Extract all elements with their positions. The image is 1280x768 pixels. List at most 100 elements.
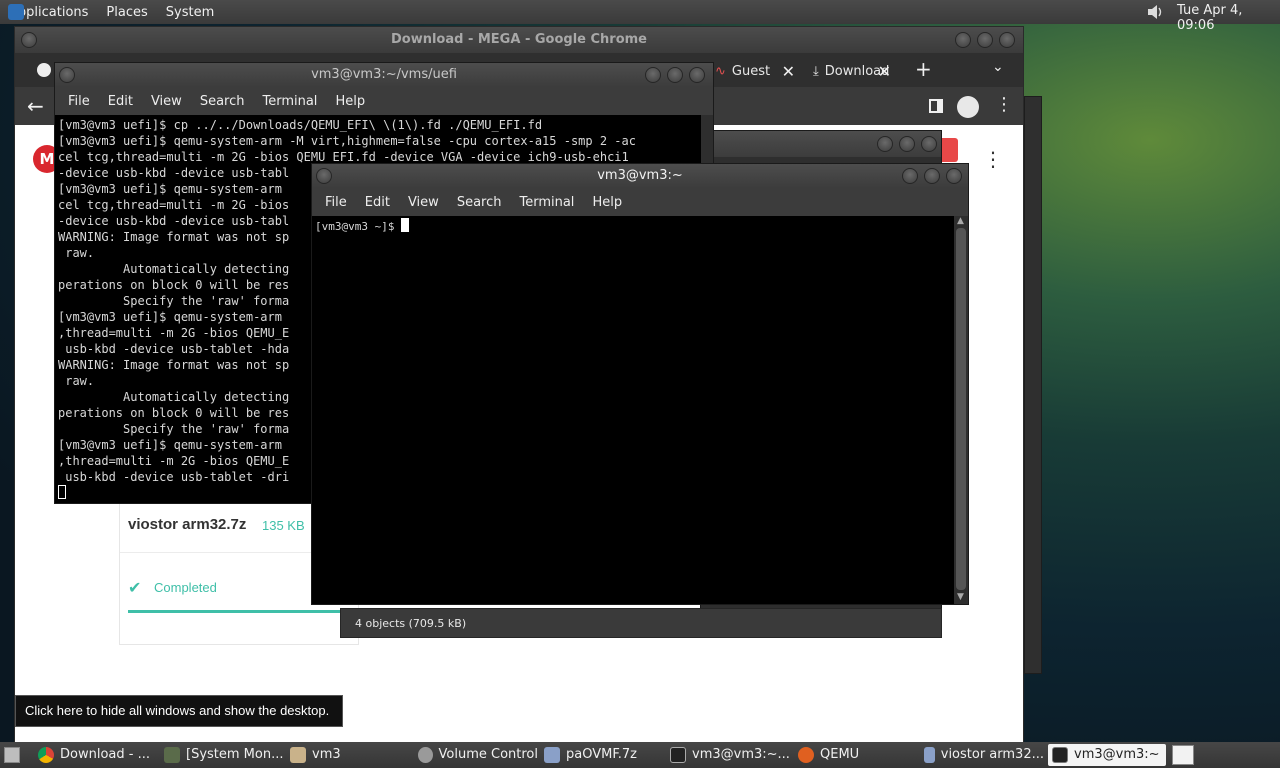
- terminal-title: vm3@vm3:~/vms/uefi: [311, 67, 457, 82]
- terminal-titlebar[interactable]: vm3@vm3:~: [312, 164, 968, 188]
- window-menu-button[interactable]: [59, 67, 75, 83]
- taskbar-item-system-monitor[interactable]: [System Mon...: [164, 744, 284, 766]
- minimize-button[interactable]: [877, 136, 893, 152]
- terminal-menubar: File Edit View Search Terminal Help: [55, 87, 713, 115]
- volume-icon[interactable]: [1146, 3, 1164, 21]
- scroll-up-arrow-icon[interactable]: ▲: [957, 216, 964, 226]
- show-desktop-icon[interactable]: [4, 747, 20, 763]
- tab-download[interactable]: ⤓ Download ✕: [813, 59, 893, 87]
- terminal-scrollbar[interactable]: ▲ ▼: [954, 216, 968, 604]
- menu-search[interactable]: Search: [191, 94, 254, 109]
- terminal-window-home: vm3@vm3:~ File Edit View Search Terminal…: [311, 163, 969, 605]
- menu-file[interactable]: File: [316, 195, 356, 210]
- taskbar-item-label: paOVMF.7z: [566, 747, 637, 762]
- close-button[interactable]: [921, 136, 937, 152]
- tab-guest-icon: ∿: [715, 64, 726, 79]
- taskbar-item-viostor[interactable]: viostor arm32...: [924, 744, 1044, 766]
- back-arrow-icon[interactable]: ←: [27, 94, 44, 118]
- taskbar-item-paovmf[interactable]: paOVMF.7z: [544, 744, 664, 766]
- close-tab-icon[interactable]: ✕: [782, 59, 795, 85]
- check-icon: ✔: [128, 578, 142, 597]
- side-window-edge: [1024, 96, 1042, 674]
- taskbar-item-terminal-uefi[interactable]: vm3@vm3:~...: [670, 744, 792, 766]
- taskbar-item-vm3-folder[interactable]: vm3: [290, 744, 400, 766]
- minimize-button[interactable]: [645, 67, 661, 83]
- tab-guest[interactable]: ∿ Guest ✕: [715, 59, 797, 87]
- terminal-line: [vm3@vm3 uefi]$ cp ../../Downloads/QEMU_…: [58, 118, 543, 132]
- qemu-icon: [798, 747, 814, 763]
- tooltip-text: Click here to hide all windows and show …: [25, 703, 330, 718]
- minimize-button[interactable]: [902, 168, 918, 184]
- new-tab-button[interactable]: +: [915, 57, 932, 81]
- taskbar: Download - ... [System Mon... vm3 Volume…: [0, 742, 1280, 768]
- chrome-icon: [38, 747, 54, 763]
- terminal-icon: [1052, 747, 1068, 763]
- page-menu-icon[interactable]: ⋮: [983, 147, 1003, 171]
- close-tab-icon[interactable]: ✕: [878, 59, 891, 85]
- taskbar-item-label: vm3: [312, 747, 341, 762]
- taskbar-item-label: vm3@vm3:~: [1074, 747, 1160, 762]
- taskbar-item-qemu[interactable]: QEMU: [798, 744, 918, 766]
- terminal-prompt: [vm3@vm3 ~]$: [315, 220, 402, 233]
- clock[interactable]: Tue Apr 4, 09:06: [1177, 3, 1280, 33]
- menu-edit[interactable]: Edit: [356, 195, 399, 210]
- terminal-menubar: File Edit View Search Terminal Help: [312, 188, 968, 216]
- menu-system[interactable]: System: [157, 5, 223, 20]
- menu-view[interactable]: View: [142, 94, 191, 109]
- window-title: Download - MEGA - Google Chrome: [390, 32, 648, 47]
- window-menu-button[interactable]: [21, 32, 37, 48]
- file-manager-titlebar[interactable]: [701, 131, 941, 157]
- chrome-titlebar[interactable]: Download - MEGA - Google Chrome: [15, 27, 1023, 53]
- maximize-button[interactable]: [667, 67, 683, 83]
- reading-mode-icon[interactable]: [929, 99, 943, 113]
- scroll-down-arrow-icon[interactable]: ▼: [957, 592, 964, 602]
- status-text: 4 objects (709.5 kB): [355, 617, 467, 630]
- show-desktop-tooltip: Click here to hide all windows and show …: [15, 695, 343, 727]
- menu-terminal[interactable]: Terminal: [253, 94, 326, 109]
- top-panel: Applications Places System Tue Apr 4, 09…: [0, 0, 1280, 33]
- download-progress-bar: [128, 610, 358, 613]
- menu-help[interactable]: Help: [583, 195, 631, 210]
- workspace-switcher-icon[interactable]: [1172, 745, 1194, 765]
- text-cursor: [401, 218, 410, 232]
- tab-label: Guest: [731, 64, 771, 79]
- taskbar-item-label: vm3@vm3:~...: [692, 747, 790, 762]
- taskbar-item-label: QEMU: [820, 747, 860, 762]
- minimize-button[interactable]: [955, 32, 971, 48]
- terminal-titlebar[interactable]: vm3@vm3:~/vms/uefi: [55, 63, 713, 87]
- profile-avatar-icon[interactable]: [957, 96, 979, 118]
- taskbar-item-label: [System Mon...: [186, 747, 284, 762]
- menu-places[interactable]: Places: [97, 5, 156, 20]
- window-menu-button[interactable]: [316, 168, 332, 184]
- terminal-output[interactable]: [vm3@vm3 ~]$: [312, 216, 954, 604]
- taskbar-item-label: Download - ...: [60, 747, 150, 762]
- menu-terminal[interactable]: Terminal: [510, 195, 583, 210]
- terminal-icon: [670, 747, 686, 763]
- download-status: Completed: [154, 580, 217, 595]
- close-button[interactable]: [946, 168, 962, 184]
- maximize-button[interactable]: [924, 168, 940, 184]
- maximize-button[interactable]: [899, 136, 915, 152]
- archive-icon: [544, 747, 560, 763]
- chrome-menu-icon[interactable]: ⋮: [995, 94, 1013, 115]
- tab-list-chevron-icon[interactable]: ⌄: [992, 59, 1004, 75]
- taskbar-item-label: Volume Control: [438, 747, 538, 762]
- chrome-globe-icon[interactable]: [37, 63, 51, 77]
- download-file-name: viostor arm32.7z: [128, 516, 247, 533]
- taskbar-item-terminal-home[interactable]: vm3@vm3:~: [1048, 744, 1166, 766]
- close-button[interactable]: [689, 67, 705, 83]
- taskbar-item-label: viostor arm32...: [940, 747, 1044, 762]
- terminal-title: vm3@vm3:~: [597, 168, 683, 183]
- scroll-thumb[interactable]: [956, 228, 966, 590]
- download-file-size: 135 KB: [262, 518, 305, 533]
- menu-help[interactable]: Help: [326, 94, 374, 109]
- menu-edit[interactable]: Edit: [99, 94, 142, 109]
- maximize-button[interactable]: [977, 32, 993, 48]
- close-button[interactable]: [999, 32, 1015, 48]
- menu-view[interactable]: View: [399, 195, 448, 210]
- taskbar-item-volume-control[interactable]: Volume Control: [418, 744, 538, 766]
- menu-search[interactable]: Search: [448, 195, 511, 210]
- menu-file[interactable]: File: [59, 94, 99, 109]
- taskbar-item-chrome[interactable]: Download - ...: [38, 744, 158, 766]
- distro-logo-icon[interactable]: [8, 4, 24, 20]
